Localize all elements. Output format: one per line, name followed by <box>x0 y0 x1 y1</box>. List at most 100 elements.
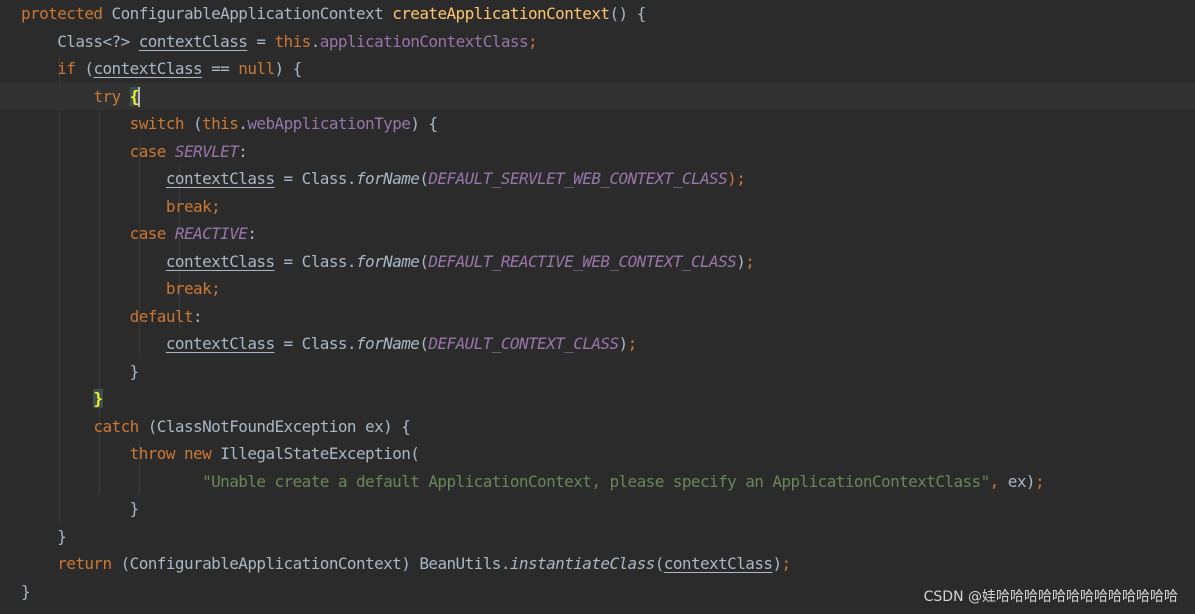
code-token: ) <box>736 251 746 271</box>
code-line-text: contextClass = Class.forName(DEFAULT_SER… <box>21 169 746 189</box>
code-line[interactable]: } <box>0 358 1195 386</box>
code-token: instantiateClass <box>509 554 655 573</box>
code-token: } <box>21 526 67 546</box>
code-line-text: } <box>21 389 103 409</box>
code-line-text: return (ConfigurableApplicationContext) … <box>21 554 791 574</box>
code-token: = Class. <box>274 334 357 353</box>
code-line-text: } <box>21 499 140 519</box>
code-token: ) <box>618 334 629 353</box>
code-token: DEFAULT_SERVLET_WEB_CONTEXT_CLASS <box>428 169 728 188</box>
code-token: ( <box>183 114 203 133</box>
code-token: } <box>93 389 103 408</box>
code-token: DEFAULT_REACTIVE_WEB_CONTEXT_CLASS <box>428 251 737 271</box>
code-line-text: switch (this.webApplicationType) { <box>21 114 438 134</box>
code-token: = Class. <box>274 169 357 188</box>
code-line-text: contextClass = Class.forName(DEFAULT_REA… <box>21 251 755 272</box>
code-token: ) { <box>274 59 303 78</box>
code-line-text: "Unable create a default ApplicationCont… <box>21 471 1045 492</box>
code-token: , <box>989 471 1000 491</box>
text-caret <box>137 86 140 107</box>
code-line[interactable]: } <box>0 495 1195 523</box>
code-line[interactable]: "Unable create a default ApplicationCont… <box>0 468 1195 496</box>
code-line[interactable]: } <box>0 523 1195 551</box>
code-token: (ConfigurableApplicationContext) BeanUti… <box>111 554 511 573</box>
code-token: throw <box>129 444 176 463</box>
code-token: contextClass <box>93 59 203 78</box>
code-token: ) { <box>410 114 438 133</box>
code-line[interactable]: case SERVLET: <box>0 138 1195 166</box>
code-token: SERVLET <box>174 141 239 161</box>
code-token: = Class. <box>274 251 357 271</box>
code-line-text: try { <box>21 86 140 107</box>
code-token: protected <box>21 4 103 23</box>
code-line[interactable]: contextClass = Class.forName(DEFAULT_REA… <box>0 248 1195 276</box>
code-line[interactable]: if (contextClass == null) { <box>0 55 1195 83</box>
code-token: : <box>247 224 257 243</box>
code-token: : <box>238 141 248 161</box>
code-token: ; <box>1034 471 1045 491</box>
code-line[interactable]: break; <box>0 193 1195 221</box>
code-line[interactable]: return (ConfigurableApplicationContext) … <box>0 550 1195 578</box>
code-line[interactable]: try { <box>0 82 1195 110</box>
code-line[interactable]: contextClass = Class.forName(DEFAULT_CON… <box>0 330 1195 358</box>
code-token: REACTIVE <box>174 224 248 243</box>
code-line[interactable]: case REACTIVE: <box>0 220 1195 248</box>
code-token: Class<?> <box>21 31 139 51</box>
code-token: ex) <box>998 471 1036 491</box>
code-line[interactable]: catch (ClassNotFoundException ex) { <box>0 413 1195 441</box>
code-token: contextClass <box>165 334 275 353</box>
code-line-text: break; <box>21 279 221 299</box>
code-token: = <box>247 31 275 51</box>
code-token: if <box>57 59 76 78</box>
code-line[interactable]: protected ConfigurableApplicationContext… <box>0 0 1195 28</box>
code-token: contextClass <box>663 554 773 573</box>
code-token: IllegalStateException( <box>211 444 420 463</box>
code-line-text: case REACTIVE: <box>21 224 257 244</box>
code-line[interactable]: switch (this.webApplicationType) { <box>0 110 1195 138</box>
code-token: break; <box>165 279 221 298</box>
code-line[interactable]: Class<?> contextClass = this.application… <box>0 28 1195 56</box>
code-token: DEFAULT_CONTEXT_CLASS <box>428 334 619 353</box>
code-token: () { <box>609 4 646 23</box>
code-token: ; <box>528 31 538 51</box>
code-token: null <box>238 59 275 78</box>
code-line-text: protected ConfigurableApplicationContext… <box>21 4 646 24</box>
code-token: ( <box>75 59 94 78</box>
code-token: "Unable create a default ApplicationCont… <box>202 471 990 491</box>
code-line[interactable]: throw new IllegalStateException( <box>0 440 1195 468</box>
code-token: . <box>238 114 248 133</box>
code-token: this <box>202 114 239 133</box>
code-token: ( <box>654 554 665 573</box>
code-token: ; <box>781 554 792 573</box>
code-token: ) <box>772 554 782 573</box>
code-line[interactable]: break; <box>0 275 1195 303</box>
code-line[interactable]: contextClass = Class.forName(DEFAULT_SER… <box>0 165 1195 193</box>
code-line[interactable]: default: <box>0 303 1195 331</box>
code-token: break; <box>165 196 221 216</box>
code-editor[interactable]: protected ConfigurableApplicationContext… <box>0 0 1195 614</box>
code-token: applicationContextClass <box>319 31 529 51</box>
code-line-text: case SERVLET: <box>21 141 248 162</box>
code-line[interactable]: } <box>0 385 1195 413</box>
watermark: CSDN @娃哈哈哈哈哈哈哈哈哈哈哈哈哈 <box>923 589 1178 605</box>
code-line-text: } <box>21 526 67 547</box>
code-token: default <box>129 306 194 326</box>
code-token: forName <box>355 251 420 271</box>
code-token: contextClass <box>165 169 275 188</box>
code-line-text: if (contextClass == null) { <box>21 59 302 79</box>
code-token: ; <box>745 251 755 271</box>
